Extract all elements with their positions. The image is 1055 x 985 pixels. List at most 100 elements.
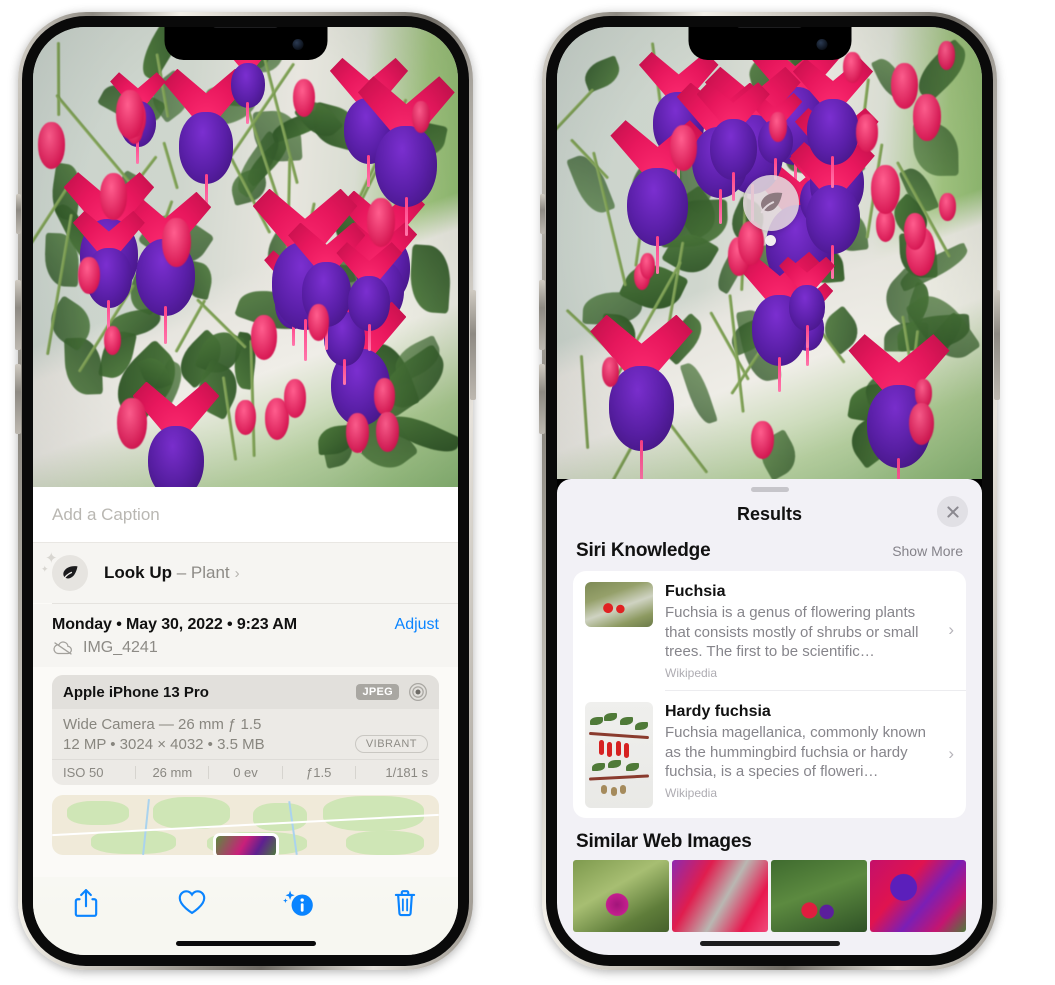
mute-switch[interactable]: [16, 194, 21, 234]
trash-icon: [394, 890, 416, 917]
look-up-icon-wrap: ✦ ✦: [41, 551, 88, 591]
front-camera-icon: [816, 39, 827, 50]
photo-vignette: [557, 27, 982, 479]
device-name: Apple iPhone 13 Pro: [63, 683, 209, 701]
home-indicator[interactable]: [699, 941, 840, 946]
close-button[interactable]: [937, 496, 968, 527]
sparkle-small-icon: ✦: [41, 564, 49, 574]
siri-knowledge-header: Siri Knowledge Show More: [557, 536, 982, 571]
photo-date: Monday • May 30, 2022 • 9:23 AM: [52, 616, 297, 633]
power-button[interactable]: [994, 290, 1000, 400]
share-icon: [74, 889, 98, 917]
exif-value: 26 mm: [152, 765, 193, 780]
chevron-right-icon: ›: [948, 620, 954, 640]
similar-web-images-title: Similar Web Images: [576, 830, 752, 852]
similar-image-2[interactable]: [672, 859, 768, 932]
exif-value: 1/181 s: [385, 765, 429, 780]
location-map[interactable]: [52, 795, 439, 855]
left-phone: Add a Caption ✦ ✦ Look Up – Plant › Mond…: [15, 12, 476, 970]
notch: [688, 27, 851, 60]
chevron-right-icon: ›: [234, 564, 240, 582]
photo-info-sheet: Add a Caption ✦ ✦ Look Up – Plant › Mond…: [33, 487, 458, 955]
metadata-badges: JPEG: [356, 682, 428, 702]
knowledge-item[interactable]: Fuchsia Fuchsia is a genus of flowering …: [573, 571, 966, 690]
knowledge-title: Fuchsia: [665, 583, 726, 600]
volume-up-button[interactable]: [539, 280, 545, 350]
look-up-label: Look Up – Plant: [104, 563, 230, 583]
share-button[interactable]: [33, 888, 139, 918]
delete-button[interactable]: [352, 888, 458, 918]
knowledge-description: Fuchsia is a genus of flowering plants t…: [665, 604, 919, 661]
photo-viewer[interactable]: [557, 27, 982, 479]
results-sheet: Results Siri Knowledge Show More Fuchsia…: [557, 479, 982, 955]
knowledge-thumbnail: [585, 701, 653, 808]
date-block: Monday • May 30, 2022 • 9:23 AM Adjust I…: [33, 604, 458, 667]
file-line: IMG_4241: [52, 639, 439, 657]
home-indicator[interactable]: [175, 941, 316, 946]
photo-vignette: [33, 27, 458, 487]
exif-value: ƒ1.5: [306, 765, 332, 780]
knowledge-item[interactable]: Hardy fuchsia Fuchsia magellanica, commo…: [573, 691, 966, 818]
volume-up-button[interactable]: [15, 280, 21, 350]
info-sparkle-icon: [282, 890, 313, 916]
mute-switch[interactable]: [540, 194, 545, 234]
metadata-card[interactable]: Apple iPhone 13 Pro JPEG Wide Camera — 2…: [52, 675, 439, 785]
knowledge-source: Wikipedia: [665, 785, 718, 800]
photographic-style-badge: VIBRANT: [354, 735, 428, 753]
earpiece-speaker: [212, 27, 279, 28]
knowledge-thumbnail: [585, 582, 653, 627]
show-more-button[interactable]: Show More: [892, 543, 963, 559]
close-icon: [946, 505, 959, 518]
heart-icon: [179, 890, 206, 915]
screenshot-root: Add a Caption ✦ ✦ Look Up – Plant › Mond…: [0, 0, 1055, 985]
siri-knowledge-title: Siri Knowledge: [576, 540, 711, 561]
look-up-title: Look Up: [104, 563, 172, 582]
photo-viewer[interactable]: [33, 27, 458, 487]
left-phone-screen: Add a Caption ✦ ✦ Look Up – Plant › Mond…: [33, 27, 458, 955]
visual-look-up-anchor-dot: [765, 235, 776, 246]
look-up-dash: –: [172, 563, 191, 582]
file-name: IMG_4241: [83, 639, 158, 656]
knowledge-source: Wikipedia: [665, 665, 718, 680]
power-button[interactable]: [470, 290, 476, 400]
adjust-button[interactable]: Adjust: [395, 616, 439, 634]
volume-down-button[interactable]: [539, 364, 545, 434]
visual-look-up-badge[interactable]: [743, 175, 799, 231]
right-phone-screen: Results Siri Knowledge Show More Fuchsia…: [557, 27, 982, 955]
exif-value: 0 ev: [233, 765, 258, 780]
knowledge-text: Hardy fuchsia Fuchsia magellanica, commo…: [665, 702, 954, 800]
caption-placeholder: Add a Caption: [52, 504, 160, 524]
similar-web-images-grid: [557, 859, 982, 932]
right-phone: Results Siri Knowledge Show More Fuchsia…: [539, 12, 1000, 970]
look-up-row[interactable]: ✦ ✦ Look Up – Plant ›: [33, 543, 458, 603]
info-button[interactable]: [246, 888, 352, 918]
chevron-right-icon: ›: [948, 744, 954, 764]
earpiece-speaker: [736, 27, 803, 28]
similar-image-1[interactable]: [573, 859, 669, 932]
look-up-subject: Plant: [190, 563, 230, 582]
similar-web-images-header: Similar Web Images: [557, 818, 982, 860]
size-row: 12 MP • 3024 × 4032 • 3.5 MB VIBRANT: [63, 735, 428, 753]
leaf-icon: [760, 192, 783, 214]
front-camera-icon: [292, 39, 303, 50]
results-header: Results: [557, 492, 982, 536]
similar-image-3[interactable]: [771, 859, 867, 932]
lens-line: Wide Camera — 26 mm ƒ 1.5: [63, 716, 262, 733]
similar-image-4[interactable]: [870, 859, 966, 932]
notch: [164, 27, 327, 60]
results-title: Results: [736, 503, 803, 524]
metadata-header: Apple iPhone 13 Pro JPEG: [52, 675, 439, 709]
volume-down-button[interactable]: [15, 364, 21, 434]
exif-row: ISO 50 26 mm 0 ev ƒ1.5 1/181 s: [52, 759, 439, 785]
camera-aperture-icon: [408, 682, 428, 702]
caption-row[interactable]: Add a Caption: [33, 487, 458, 543]
map-photo-pin: [212, 833, 279, 855]
knowledge-text: Fuchsia Fuchsia is a genus of flowering …: [665, 582, 954, 680]
photo-toolbar: [33, 877, 458, 955]
siri-knowledge-card: Fuchsia Fuchsia is a genus of flowering …: [573, 571, 966, 818]
favorite-button[interactable]: [139, 888, 245, 916]
knowledge-description: Fuchsia magellanica, commonly known as t…: [665, 723, 926, 781]
size-line: 12 MP • 3024 × 4032 • 3.5 MB: [63, 735, 265, 753]
format-badge: JPEG: [356, 684, 399, 700]
exif-value: ISO 50: [63, 765, 104, 780]
